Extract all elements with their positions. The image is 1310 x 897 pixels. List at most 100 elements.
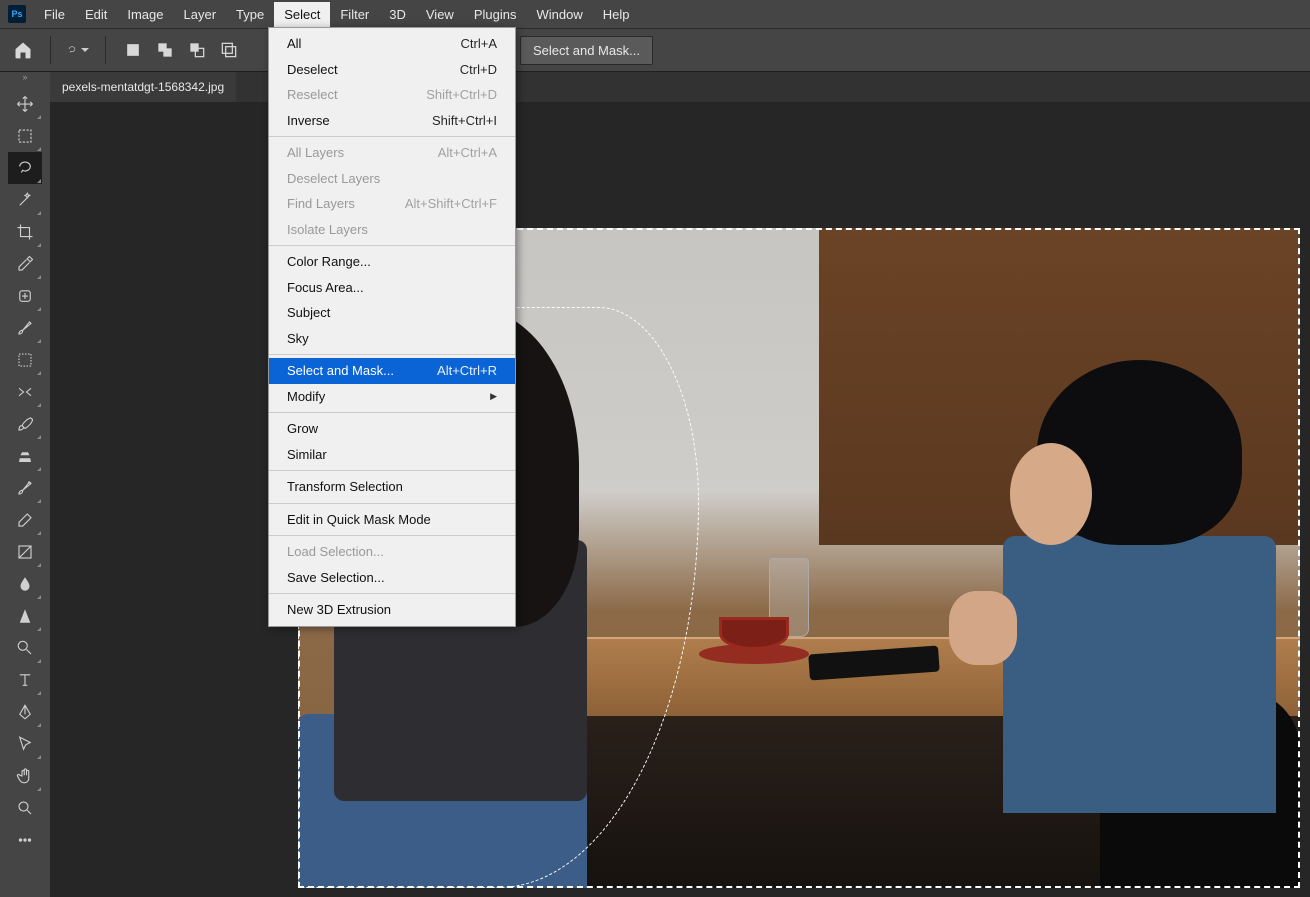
menu-edit[interactable]: Edit [75,2,117,27]
menu-help[interactable]: Help [593,2,640,27]
menuitem-transform-selection[interactable]: Transform Selection [269,474,515,500]
menu-filter[interactable]: Filter [330,2,379,27]
menuitem-find-layers: Find Layers Alt+Shift+Ctrl+F [269,191,515,217]
menu-layer[interactable]: Layer [174,2,227,27]
menuitem-shortcut: Alt+Shift+Ctrl+F [405,194,497,214]
menuitem-label: Deselect [287,60,338,80]
chevron-down-icon [81,48,89,52]
selection-add-icon[interactable] [154,39,176,61]
menuitem-label: All Layers [287,143,344,163]
dodge-tool[interactable] [8,632,42,664]
photoshop-app-icon: Ps [8,5,26,23]
canvas-area[interactable] [50,102,1310,897]
spot-heal-tool[interactable] [8,280,42,312]
menuitem-new-3d-extrusion[interactable]: New 3D Extrusion [269,597,515,623]
menuitem-label: Reselect [287,85,338,105]
brush-tool[interactable] [8,312,42,344]
menuitem-load-selection: Load Selection... [269,539,515,565]
menuitem-label: Modify [287,387,325,407]
menuitem-shortcut: Shift+Ctrl+I [432,111,497,131]
divider [105,36,106,64]
type-tool[interactable] [8,664,42,696]
menuitem-label: Transform Selection [287,477,403,497]
menuitem-modify[interactable]: Modify [269,384,515,410]
menu-plugins[interactable]: Plugins [464,2,527,27]
toolbar-expand-handle[interactable] [0,72,50,82]
home-icon[interactable] [12,39,34,61]
menuitem-deselect[interactable]: DeselectCtrl+D [269,57,515,83]
menuitem-reselect: Reselect Shift+Ctrl+D [269,82,515,108]
menu-bar: Ps File Edit Image Layer Type Select Fil… [0,0,1310,28]
lasso-tool[interactable] [8,152,42,184]
document-tab[interactable]: pexels-mentatdgt-1568342.jpg [50,72,236,102]
menuitem-select-and-mask[interactable]: Select and Mask...Alt+Ctrl+R [269,358,515,384]
marquee-tool[interactable] [8,120,42,152]
menuitem-color-range[interactable]: Color Range... [269,249,515,275]
menuitem-shortcut: Ctrl+A [461,34,497,54]
hand-tool[interactable] [8,760,42,792]
selection-new-icon[interactable] [122,39,144,61]
menu-select[interactable]: Select [274,2,330,27]
menuitem-label: Focus Area... [287,278,364,298]
clone-stamp-tool[interactable] [8,440,42,472]
menuitem-sky[interactable]: Sky [269,326,515,352]
document-tab-strip: pexels-mentatdgt-1568342.jpg [0,72,1310,102]
menu-view[interactable]: View [416,2,464,27]
eraser-tool[interactable] [8,504,42,536]
frame-tool[interactable] [8,344,42,376]
menuitem-label: Load Selection... [287,542,384,562]
menu-file[interactable]: File [34,2,75,27]
menuitem-label: Select and Mask... [287,361,394,381]
pen-tool[interactable] [8,696,42,728]
menu-window[interactable]: Window [526,2,592,27]
menuitem-edit-in-quick-mask-mode[interactable]: Edit in Quick Mask Mode [269,507,515,533]
menuitem-label: New 3D Extrusion [287,600,391,620]
menuitem-focus-area[interactable]: Focus Area... [269,275,515,301]
divider [50,36,51,64]
menuitem-shortcut: Alt+Ctrl+A [438,143,497,163]
crop-tool[interactable] [8,216,42,248]
path-selection-tool[interactable] [8,728,42,760]
history-brush-tool[interactable] [8,472,42,504]
select-and-mask-button[interactable]: Select and Mask... [520,36,653,65]
gradient-tool[interactable] [8,536,42,568]
menuitem-label: Isolate Layers [287,220,368,240]
selection-intersect-icon[interactable] [218,39,240,61]
selection-subtract-icon[interactable] [186,39,208,61]
blur-tool[interactable] [8,568,42,600]
menuitem-grow[interactable]: Grow [269,416,515,442]
options-bar: Select and Mask... [0,28,1310,72]
menuitem-label: Save Selection... [287,568,385,588]
menuitem-label: Inverse [287,111,330,131]
menuitem-label: Sky [287,329,309,349]
menuitem-label: All [287,34,301,54]
menuitem-label: Find Layers [287,194,355,214]
menu-image[interactable]: Image [117,2,173,27]
sharpen-tool[interactable] [8,600,42,632]
menuitem-label: Subject [287,303,330,323]
move-tool[interactable] [8,88,42,120]
menuitem-save-selection[interactable]: Save Selection... [269,565,515,591]
menuitem-inverse[interactable]: Inverse Shift+Ctrl+I [269,108,515,134]
menuitem-label: Similar [287,445,327,465]
menuitem-label: Deselect Layers [287,169,380,189]
menuitem-deselect-layers: Deselect Layers [269,166,515,192]
magic-wand-tool[interactable] [8,184,42,216]
edit-toolbar-button[interactable] [8,824,42,856]
paint-brush-tool[interactable] [8,408,42,440]
zoom-tool[interactable] [8,792,42,824]
menuitem-isolate-layers: Isolate Layers [269,217,515,243]
menuitem-all[interactable]: All Ctrl+A [269,31,515,57]
menu-type[interactable]: Type [226,2,274,27]
menuitem-label: Edit in Quick Mask Mode [287,510,431,530]
content-aware-move-tool[interactable] [8,376,42,408]
menuitem-similar[interactable]: Similar [269,442,515,468]
menuitem-label: Grow [287,419,318,439]
menuitem-all-layers: All Layers Alt+Ctrl+A [269,140,515,166]
menu-3d[interactable]: 3D [379,2,416,27]
lasso-tool-icon[interactable] [67,39,89,61]
menuitem-subject[interactable]: Subject [269,300,515,326]
tool-panel [0,82,50,897]
eyedropper-tool[interactable] [8,248,42,280]
menuitem-shortcut: Shift+Ctrl+D [426,85,497,105]
